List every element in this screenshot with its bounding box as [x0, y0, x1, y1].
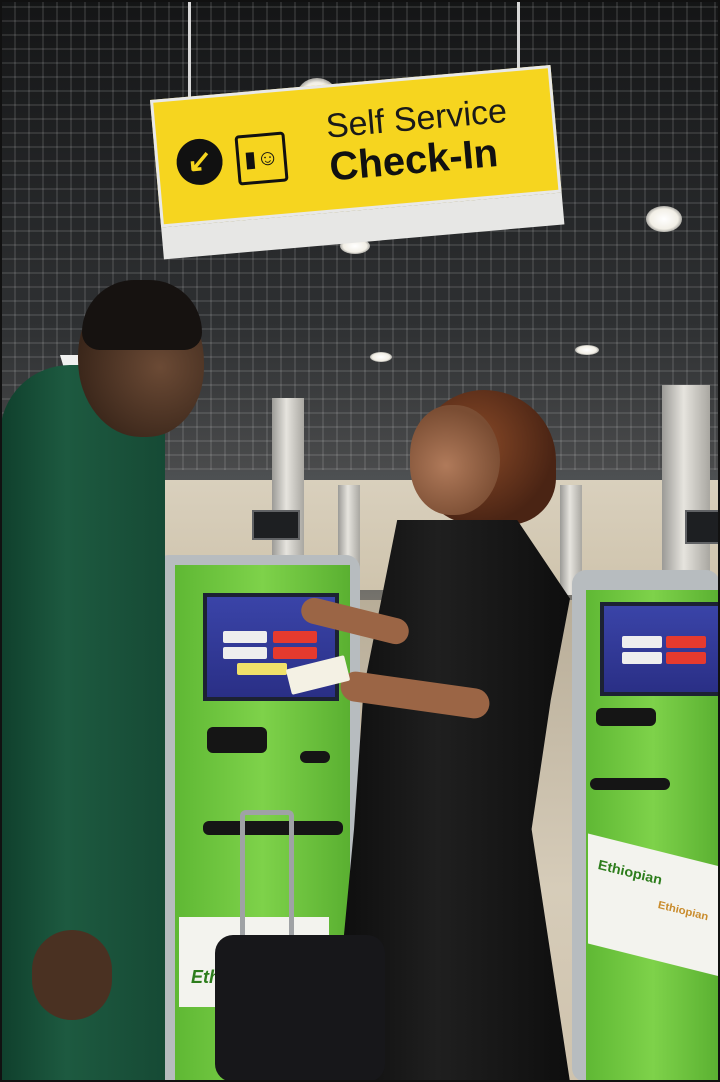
screen-option[interactable] — [666, 652, 706, 664]
man-hand — [32, 930, 112, 1020]
receipt-slot[interactable] — [590, 778, 670, 790]
screen-option[interactable] — [273, 647, 317, 659]
info-monitor — [685, 510, 720, 544]
pillar — [662, 385, 710, 575]
check-in-kiosk-icon: ▮☺ — [234, 131, 289, 186]
woman-head — [410, 405, 500, 515]
kiosk-screen[interactable] — [600, 602, 720, 696]
kiosk-brand: Ethiopian — [598, 856, 662, 888]
screen-option[interactable] — [622, 636, 662, 648]
screen-option[interactable] — [622, 652, 662, 664]
info-monitor — [252, 510, 300, 540]
arrow-down-left-icon: ↙ — [174, 136, 225, 187]
screen-option[interactable] — [666, 636, 706, 648]
kiosk-right: Ethiopian Ethiopian — [572, 570, 720, 1082]
suitcase — [215, 935, 385, 1082]
receipt-slot[interactable] — [300, 751, 330, 763]
airport-photo: ↙ ▮☺ Self Service Check-In Ethiopian Eth… — [0, 0, 720, 1082]
screen-option[interactable] — [223, 647, 267, 659]
ceiling-light — [575, 345, 599, 355]
kiosk-brand-secondary: Ethiopian — [658, 898, 709, 924]
card-slot[interactable] — [207, 727, 267, 753]
ceiling-light — [370, 352, 392, 362]
screen-option[interactable] — [273, 631, 317, 643]
card-slot[interactable] — [596, 708, 656, 726]
ceiling-light — [646, 206, 682, 232]
screen-option[interactable] — [223, 631, 267, 643]
screen-option[interactable] — [237, 663, 287, 675]
